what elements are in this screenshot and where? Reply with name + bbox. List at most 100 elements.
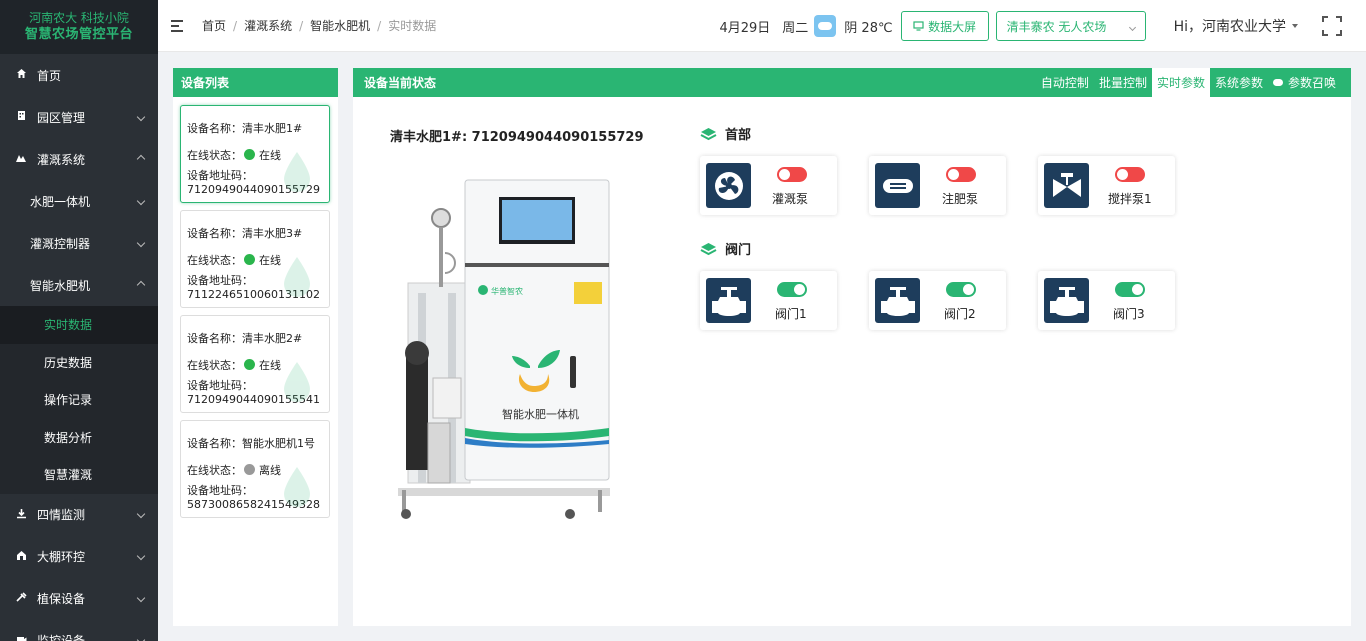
sidebar-item-oplog[interactable]: 操作记录 [0,381,158,419]
cloud-icon [814,15,837,37]
sidebar-item-monitor[interactable]: 四情监测 [0,494,158,536]
sidebar-item-history[interactable]: 历史数据 [0,343,158,381]
device-status-label: 在线状态： [187,148,242,162]
section-title-head: 首部 [700,124,751,143]
sidebar-item-plant-protect[interactable]: 植保设备 [0,578,158,620]
device-name-row: 设备名称： 清丰水肥1# [187,114,323,141]
plant-protect-icon [14,591,28,606]
panel-title: 设备当前状态 [364,76,437,90]
online-status-dot [244,149,255,160]
device-card[interactable]: 设备名称： 清丰水肥3# 在线状态： 在线 设备地址码： 7112246510060… [180,210,330,308]
device-name-label: 设备名称： [187,436,242,450]
sidebar-item-label: 实时数据 [44,318,93,333]
toggle-switch[interactable] [946,167,976,182]
toggle-switch[interactable] [777,167,807,182]
layers-icon [700,127,717,141]
control-card-mix-pump: 搅拌泵1 [1038,156,1175,215]
control-label: 阀门3 [1113,307,1145,321]
device-name-row: 设备名称： 清丰水肥3# [187,219,323,246]
toggle-switch[interactable] [946,282,976,297]
device-name: 智能水肥机1号 [242,436,315,450]
toggle-switch[interactable] [1115,167,1145,182]
sidebar-item-home[interactable]: 首页 [0,54,158,96]
tab-realtime-params[interactable]: 实时参数 [1151,68,1210,97]
breadcrumb-separator: / [299,18,304,33]
chevron-up-icon [136,279,146,291]
toggle-switch[interactable] [777,282,807,297]
device-status-panel: 设备当前状态 自动控制 批量控制 实时参数 系统参数 参数召唤 清丰水肥1#: … [353,68,1351,626]
device-title: 清丰水肥1#: 7120949044090155729 [390,130,644,145]
device-name-row: 设备名称： 智能水肥机1号 [187,429,323,456]
device-name-label: 设备名称： [187,226,242,240]
tab-batch-control[interactable]: 批量控制 [1094,68,1152,97]
device-card[interactable]: 设备名称： 智能水肥机1号 在线状态： 离线 设备地址码： 587300865824… [180,420,330,518]
device-card[interactable]: 设备名称： 清丰水肥1# 在线状态： 在线 设备地址码： 7120949044090… [180,105,330,203]
farm-select[interactable]: 清丰寨农 无人农场 [995,11,1146,41]
breadcrumb-separator: / [377,18,382,33]
device-status: 在线 [259,253,281,267]
chevron-down-icon [136,551,146,562]
machine-brand-text: 华普智农 [491,286,523,296]
sidebar-item-camera[interactable]: 监控设备 [0,620,158,641]
camera-icon [14,634,28,641]
control-card-valve-2: 阀门2 [869,271,1006,330]
sidebar-item-label: 植保设备 [37,592,86,606]
date-text: 4月29日 [719,20,771,36]
control-card-valve-1: 阀门1 [700,271,837,330]
offline-status-dot [244,464,255,475]
sidebar: 河南农大 科技小院 智慧农场管控平台 首页 园区管理 灌溉系统 水肥一体机 灌溉… [0,0,158,641]
tab-bar: 自动控制 批量控制 实时参数 系统参数 参数召唤 [1036,68,1351,97]
cloud-icon [1272,79,1283,86]
sidebar-item-label: 灌溉系统 [37,152,86,167]
sidebar-item-label: 水肥一体机 [30,194,91,209]
sidebar-item-label: 园区管理 [37,110,86,125]
tab-system-params[interactable]: 系统参数 [1210,68,1268,97]
section-title-text: 阀门 [725,243,752,258]
sidebar-item-smart-fert[interactable]: 智能水肥机 [0,264,158,306]
chevron-down-icon [136,196,146,207]
breadcrumb-item[interactable]: 灌溉系统 [244,17,292,34]
breadcrumb: 首页 / 灌溉系统 / 智能水肥机 / 实时数据 [202,17,436,34]
device-name-row: 设备名称： 清丰水肥2# [187,324,323,351]
sidebar-item-park[interactable]: 园区管理 [0,96,158,138]
sidebar-item-realtime[interactable]: 实时数据 [0,306,158,344]
layers-icon [700,242,717,256]
water-drop-icon [284,152,310,192]
weekday-text: 周二 [782,20,809,36]
breadcrumb-item[interactable]: 智能水肥机 [310,17,370,34]
user-menu[interactable]: Hi，河南农业大学 [1174,16,1298,36]
valve-icon [706,278,751,323]
pump-icon [875,163,920,208]
sidebar-item-irrigation[interactable]: 灌溉系统 [0,138,158,180]
user-greeting: Hi，河南农业大学 [1173,19,1286,35]
fullscreen-icon[interactable] [1322,16,1342,36]
device-name-label: 设备名称： [187,121,242,135]
sidebar-item-smart-irrigation[interactable]: 智慧灌溉 [0,456,158,494]
data-screen-button[interactable]: 数据大屏 [900,11,989,41]
device-list-panel: 设备列表 设备名称： 清丰水肥1# 在线状态： 在线 设备地址码： 71209490… [173,68,338,626]
top-header: 首页 / 灌溉系统 / 智能水肥机 / 实时数据 4月29日 周二 阴 28℃ … [158,0,1366,52]
irrigation-icon [14,152,28,166]
sidebar-item-greenhouse[interactable]: 大棚环控 [0,536,158,578]
sidebar-item-irrigation-controller[interactable]: 灌溉控制器 [0,222,158,264]
tab-auto-control[interactable]: 自动控制 [1036,68,1094,97]
control-label: 阀门1 [775,307,807,321]
farm-select-value: 清丰寨农 无人农场 [1006,19,1107,34]
sidebar-item-analysis[interactable]: 数据分析 [0,418,158,456]
control-label: 注肥泵 [942,192,979,206]
online-status-dot [244,254,255,265]
chevron-down-icon [136,593,146,604]
sidebar-item-water-fert[interactable]: 水肥一体机 [0,180,158,222]
toggle-switch[interactable] [1115,282,1145,297]
water-drop-icon [284,362,310,402]
tab-param-recall[interactable]: 参数召唤 [1268,68,1351,97]
chevron-down-icon [136,112,146,123]
device-list-title: 设备列表 [173,68,338,97]
breadcrumb-item[interactable]: 首页 [202,17,226,34]
menu-toggle-icon[interactable] [171,19,185,32]
device-status-label: 在线状态： [187,358,242,372]
header-right: 4月29日 周二 阴 28℃ 数据大屏 清丰寨农 无人农场 Hi，河南农业大学 [719,0,1366,52]
control-label: 阀门2 [944,307,976,321]
device-card[interactable]: 设备名称： 清丰水肥2# 在线状态： 在线 设备地址码： 7120949044090… [180,315,330,413]
section-title-text: 首部 [725,128,752,143]
